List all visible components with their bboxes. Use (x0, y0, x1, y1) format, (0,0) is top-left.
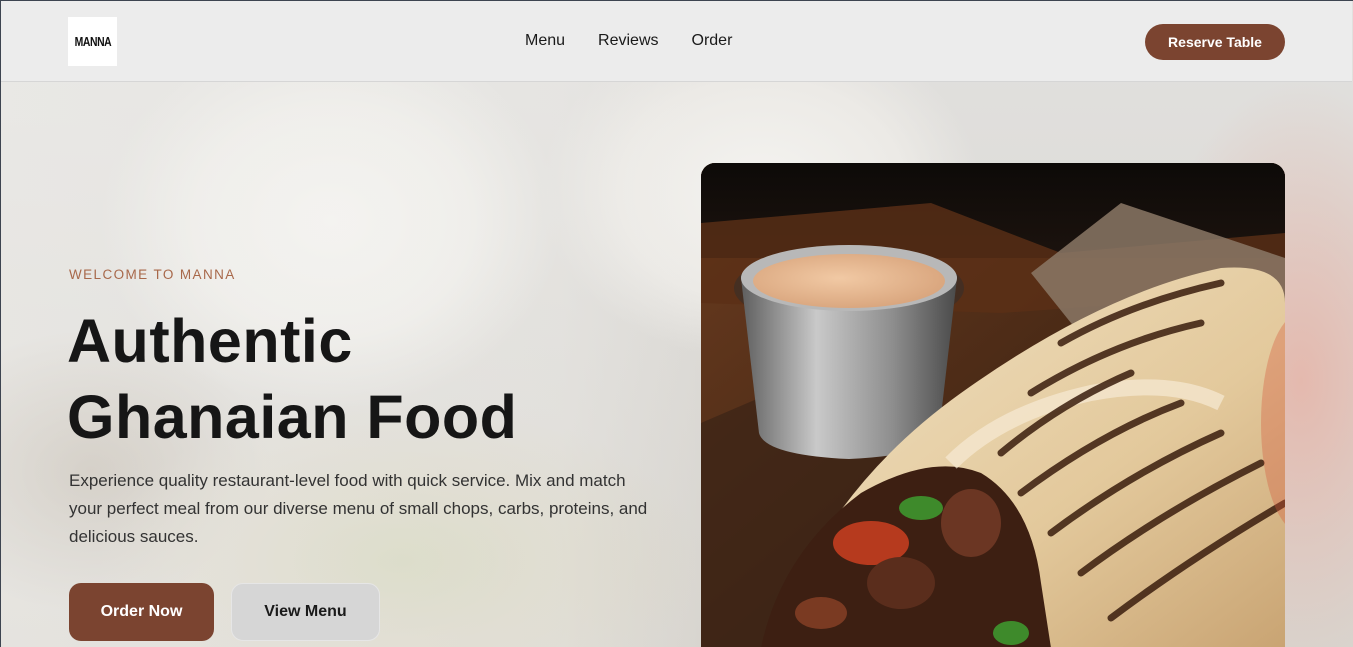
nav-link-order[interactable]: Order (692, 32, 733, 50)
site-header: MANNA Menu Reviews Order Reserve Table (1, 1, 1352, 82)
logo[interactable]: MANNA (68, 17, 117, 66)
logo-wordmark: MANNA (74, 34, 111, 49)
nav-link-reviews[interactable]: Reviews (598, 32, 658, 50)
shawarma-illustration (701, 163, 1285, 647)
hero-headline-line-1: Authentic (67, 307, 353, 375)
reserve-table-button[interactable]: Reserve Table (1145, 24, 1285, 60)
hero-headline-line-2: Ghanaian Food (67, 383, 518, 451)
feature-food-image (701, 163, 1285, 647)
hero-eyebrow: WELCOME TO MANNA (69, 267, 236, 282)
hero-description: Experience quality restaurant-level food… (69, 471, 648, 546)
order-now-button[interactable]: Order Now (69, 583, 214, 641)
main-nav: Menu Reviews Order (525, 32, 732, 50)
nav-link-menu[interactable]: Menu (525, 32, 565, 50)
view-menu-button[interactable]: View Menu (231, 583, 380, 641)
hero-headline: Authentic Ghanaian Food (67, 303, 667, 455)
